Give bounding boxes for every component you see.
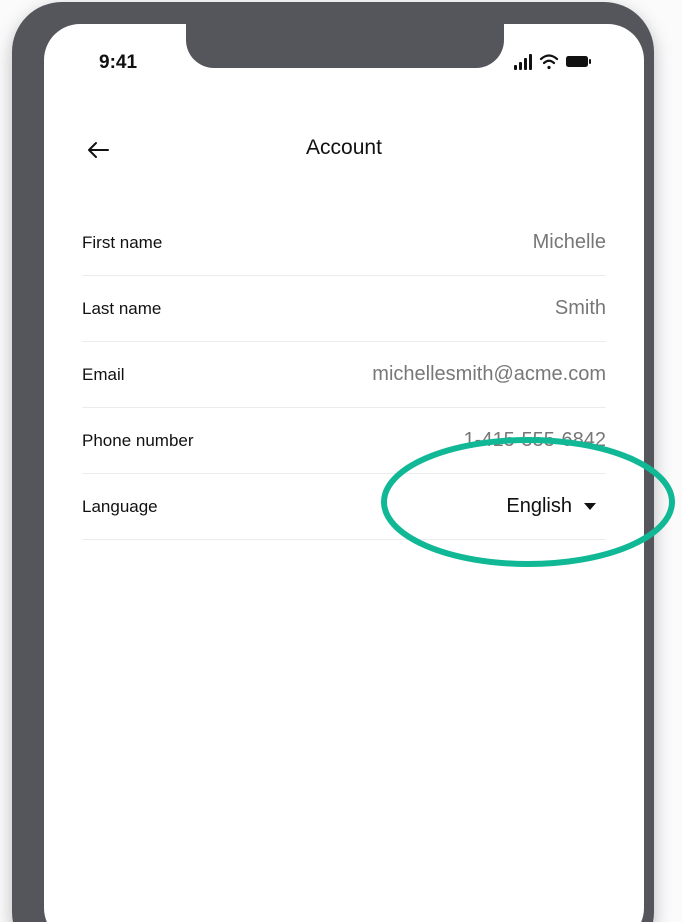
language-row[interactable]: Language English — [82, 474, 606, 540]
phone-frame: 9:41 Account First name Michelle Last na… — [12, 2, 654, 922]
email-label: Email — [82, 364, 125, 384]
page-title: Account — [306, 136, 382, 159]
phone-number-label: Phone number — [82, 430, 194, 450]
wifi-icon — [539, 54, 559, 70]
battery-icon — [566, 56, 591, 67]
caret-down-icon — [584, 503, 596, 510]
language-select-value: English — [506, 495, 572, 517]
account-fields: First name Michelle Last name Smith Emai… — [82, 210, 606, 540]
language-label: Language — [82, 496, 158, 516]
last-name-row[interactable]: Last name Smith — [82, 276, 606, 342]
language-select[interactable]: English — [506, 495, 606, 518]
email-row[interactable]: Email michellesmith@acme.com — [82, 342, 606, 408]
phone-number-value[interactable]: 1-415-555-6842 — [464, 429, 606, 452]
status-icons — [514, 54, 591, 70]
screenshot-stage: 9:41 Account First name Michelle Last na… — [0, 0, 682, 922]
notch — [186, 24, 504, 68]
status-time: 9:41 — [99, 52, 138, 73]
first-name-label: First name — [82, 232, 163, 252]
phone-number-row[interactable]: Phone number 1-415-555-6842 — [82, 408, 606, 474]
phone-screen: 9:41 Account First name Michelle Last na… — [44, 24, 644, 922]
first-name-value[interactable]: Michelle — [533, 231, 606, 254]
email-value[interactable]: michellesmith@acme.com — [372, 363, 606, 386]
last-name-label: Last name — [82, 298, 162, 318]
last-name-value[interactable]: Smith — [555, 297, 606, 320]
first-name-row[interactable]: First name Michelle — [82, 210, 606, 276]
signal-icon — [514, 54, 532, 70]
